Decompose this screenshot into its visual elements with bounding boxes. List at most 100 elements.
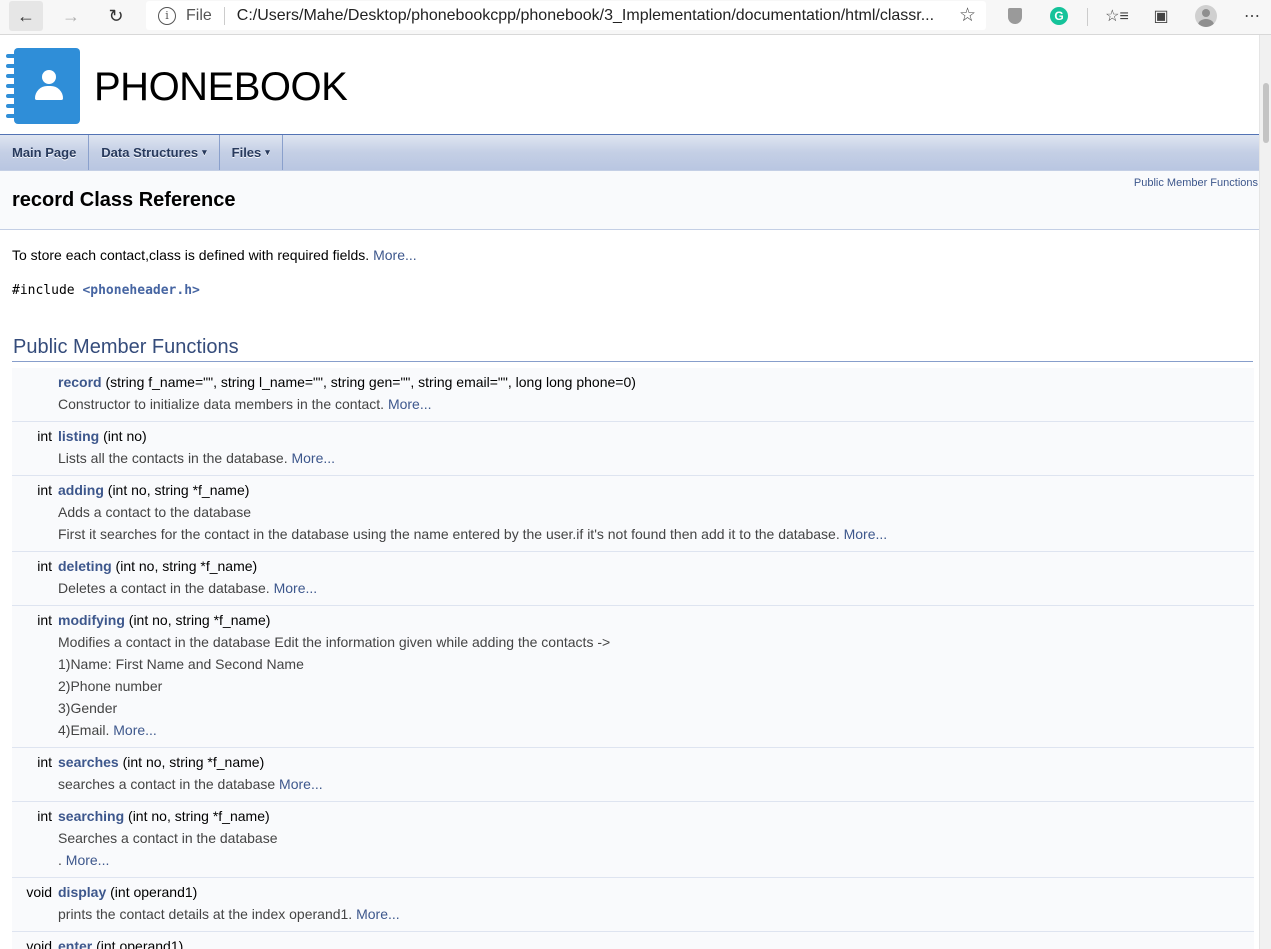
member-description-text: Searches a contact in the database bbox=[58, 830, 278, 846]
member-more-link[interactable]: More... bbox=[274, 580, 318, 596]
member-more-link[interactable]: More... bbox=[279, 776, 323, 792]
member-args: (int no, string *f_name) bbox=[103, 482, 250, 498]
member-name-link[interactable]: deleting bbox=[58, 558, 112, 574]
include-file-link[interactable]: <phoneheader.h> bbox=[82, 283, 199, 298]
member-body: enter (int operand1)Takes the inputs and… bbox=[58, 935, 1254, 949]
member-signature: searches (int no, string *f_name) bbox=[58, 751, 1254, 773]
member-more-link[interactable]: More... bbox=[844, 526, 888, 542]
page-scrollbar[interactable] bbox=[1259, 35, 1271, 949]
member-signature: adding (int no, string *f_name) bbox=[58, 479, 1254, 501]
member-description-text: 2)Phone number bbox=[58, 678, 163, 694]
scroll-thumb[interactable] bbox=[1263, 83, 1269, 143]
address-divider bbox=[223, 6, 225, 25]
project-header: PHONEBOOK bbox=[0, 35, 1260, 135]
grammarly-icon[interactable]: G bbox=[1047, 4, 1071, 28]
member-signature: display (int operand1) bbox=[58, 881, 1254, 903]
member-row: int deleting (int no, string *f_name) Dele… bbox=[12, 552, 1254, 606]
member-name-link[interactable]: searches bbox=[58, 754, 119, 770]
member-name-link[interactable]: enter bbox=[58, 938, 92, 949]
summary-link[interactable]: Public Member Functions bbox=[1134, 177, 1258, 189]
member-name-link[interactable]: display bbox=[58, 884, 106, 900]
address-bar[interactable]: i File C:/Users/Mahe/Desktop/phonebookcp… bbox=[146, 1, 986, 30]
member-return-type: int bbox=[37, 808, 52, 824]
member-args: (int no, string *f_name) bbox=[111, 558, 258, 574]
nav-tab-label: Main Page bbox=[12, 145, 77, 160]
brief-text: To store each contact,class is defined w… bbox=[12, 247, 370, 263]
member-description: 3)Gender bbox=[58, 697, 1254, 719]
member-description: Modifies a contact in the database Edit … bbox=[58, 631, 1254, 653]
member-description: Deletes a contact in the database. More.… bbox=[58, 577, 1254, 599]
doc-page: PHONEBOOK Main Page Data Structures ▾ Files… bbox=[0, 35, 1260, 949]
nav-tabs: Main Page Data Structures ▾ Files ▾ bbox=[0, 135, 1260, 171]
member-signature: enter (int operand1) bbox=[58, 935, 1254, 949]
member-description: prints the contact details at the index … bbox=[58, 903, 1254, 925]
member-args: (int operand1) bbox=[92, 938, 184, 949]
member-description-text: 3)Gender bbox=[58, 700, 118, 716]
member-more-link[interactable]: More... bbox=[356, 906, 400, 922]
member-return-type: int bbox=[37, 558, 52, 574]
title-area: Public Member Functions record Class Ref… bbox=[0, 171, 1260, 230]
forward-icon[interactable]: → bbox=[54, 0, 88, 32]
member-description: Constructor to initialize data members i… bbox=[58, 393, 1254, 415]
member-row: void display (int operand1) prints the con… bbox=[12, 878, 1254, 932]
brief-more-link[interactable]: More... bbox=[373, 247, 417, 263]
member-body: adding (int no, string *f_name) Adds a co… bbox=[58, 479, 1254, 545]
dropdown-caret-icon: ▾ bbox=[265, 147, 270, 157]
favorites-list-icon[interactable]: ☆≡ bbox=[1105, 4, 1129, 28]
member-description: Searches a contact in the database bbox=[58, 827, 1254, 849]
member-more-link[interactable]: More... bbox=[113, 722, 157, 738]
member-name-link[interactable]: listing bbox=[58, 428, 99, 444]
url-text[interactable]: C:/Users/Mahe/Desktop/phonebookcpp/phone… bbox=[237, 7, 957, 25]
member-return-type: void bbox=[26, 938, 52, 949]
member-row: int searching (int no, string *f_name) Sea… bbox=[12, 802, 1254, 878]
member-row: record (string f_name="", string l_name=… bbox=[12, 368, 1254, 422]
member-description-text: Constructor to initialize data members i… bbox=[58, 396, 385, 412]
member-body: record (string f_name="", string l_name=… bbox=[58, 371, 1254, 415]
member-description: First it searches for the contact in the… bbox=[58, 523, 1254, 545]
back-icon[interactable]: ← bbox=[9, 1, 43, 31]
nav-tab-data-structures[interactable]: Data Structures ▾ bbox=[89, 135, 220, 170]
member-args: (string f_name="", string l_name="", str… bbox=[101, 374, 636, 390]
collections-icon[interactable]: ▣ bbox=[1149, 4, 1173, 28]
member-args: (int operand1) bbox=[106, 884, 198, 900]
member-body: display (int operand1) prints the contact… bbox=[58, 881, 1254, 925]
more-menu-icon[interactable]: ⋯ bbox=[1240, 4, 1264, 28]
member-description-text: . bbox=[58, 852, 62, 868]
member-more-link[interactable]: More... bbox=[66, 852, 110, 868]
member-body: searches (int no, string *f_name) searche… bbox=[58, 751, 1254, 795]
include-line: #include <phoneheader.h> bbox=[12, 283, 1248, 298]
reload-icon[interactable]: ↻ bbox=[99, 0, 133, 32]
member-name-link[interactable]: modifying bbox=[58, 612, 125, 628]
member-more-link[interactable]: More... bbox=[291, 450, 335, 466]
member-row: int modifying (int no, string *f_name) Mod… bbox=[12, 606, 1254, 748]
member-description: 1)Name: First Name and Second Name bbox=[58, 653, 1254, 675]
member-body: deleting (int no, string *f_name) Deletes… bbox=[58, 555, 1254, 599]
member-return-type: int bbox=[37, 482, 52, 498]
member-description-text: First it searches for the contact in the… bbox=[58, 526, 840, 542]
member-row: int searches (int no, string *f_name) sear… bbox=[12, 748, 1254, 802]
nav-tab-main-page[interactable]: Main Page bbox=[0, 135, 90, 170]
member-description: Lists all the contacts in the database. … bbox=[58, 447, 1254, 469]
nav-tab-files[interactable]: Files ▾ bbox=[220, 135, 283, 170]
member-name-link[interactable]: searching bbox=[58, 808, 124, 824]
tracking-shield-icon[interactable] bbox=[1003, 4, 1027, 28]
member-body: searching (int no, string *f_name) Search… bbox=[58, 805, 1254, 871]
member-description: searches a contact in the database More.… bbox=[58, 773, 1254, 795]
member-description: Adds a contact to the database bbox=[58, 501, 1254, 523]
member-table: record (string f_name="", string l_name=… bbox=[12, 368, 1254, 949]
class-brief: To store each contact,class is defined w… bbox=[12, 247, 1248, 263]
info-icon[interactable]: i bbox=[158, 6, 176, 25]
profile-avatar-icon[interactable] bbox=[1194, 4, 1218, 28]
member-args: (int no, string *f_name) bbox=[118, 754, 265, 770]
url-scheme: File bbox=[186, 6, 212, 24]
member-name-link[interactable]: record bbox=[58, 374, 102, 390]
member-signature: deleting (int no, string *f_name) bbox=[58, 555, 1254, 577]
member-description-text: searches a contact in the database bbox=[58, 776, 276, 792]
member-more-link[interactable]: More... bbox=[388, 396, 432, 412]
member-description: . More... bbox=[58, 849, 1254, 871]
member-name-link[interactable]: adding bbox=[58, 482, 104, 498]
nav-tab-label: Files bbox=[231, 145, 262, 160]
member-body: modifying (int no, string *f_name) Modifi… bbox=[58, 609, 1254, 741]
member-description-text: prints the contact details at the index … bbox=[58, 906, 353, 922]
favorite-star-icon[interactable]: ☆ bbox=[959, 4, 976, 27]
